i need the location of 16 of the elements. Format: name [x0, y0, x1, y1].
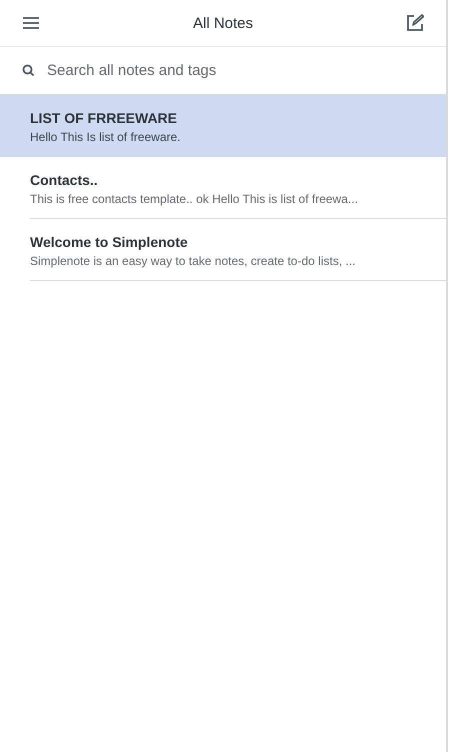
note-title: Contacts..	[30, 172, 99, 188]
note-title: Welcome to Simplenote	[30, 234, 189, 250]
menu-button[interactable]	[20, 14, 42, 32]
note-preview: Hello This Is list of freeware.	[30, 130, 182, 144]
note-item[interactable]: Welcome to Simplenote Simplenote is an easy way to take notes, create to-do lists, ...	[0, 219, 446, 281]
search-field[interactable]: Search all notes and tags	[45, 61, 424, 80]
note-item[interactable]: LIST OF FRREEWARE Hello This Is list of freeware.	[0, 95, 446, 157]
note-title: LIST OF FRREEWARE	[30, 110, 178, 126]
header-title: All Notes	[192, 14, 254, 32]
new-note-button[interactable]	[404, 12, 426, 34]
menu-icon	[22, 16, 40, 30]
pencil-square-icon	[406, 14, 424, 32]
note-preview: This is free contacts template.. ok Hello This is list of freewa...	[30, 192, 359, 206]
search-icon	[22, 64, 35, 77]
note-item[interactable]: Contacts.. This is free contacts template.. ok Hello This is list of freewa...	[0, 157, 446, 219]
note-preview: Simplenote is an easy way to take notes, create to-do lists, ...	[30, 254, 356, 268]
